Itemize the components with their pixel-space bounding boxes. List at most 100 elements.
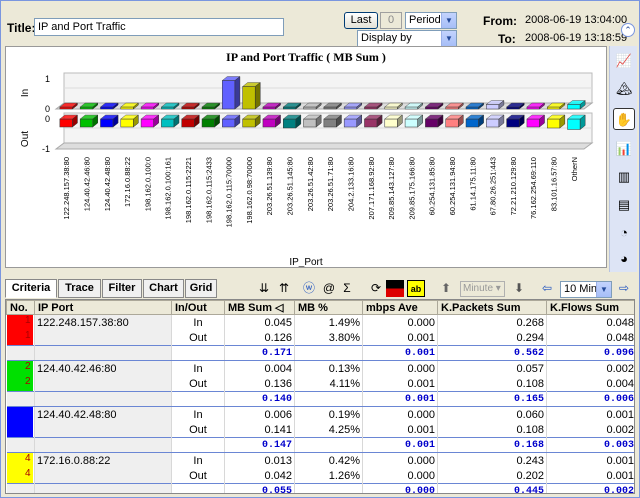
- subtotal-spacer: [171, 345, 225, 361]
- col-mb-pct[interactable]: MB %: [294, 300, 363, 315]
- col-mb-sum[interactable]: MB Sum ◁: [224, 300, 295, 315]
- subtotal-spacer: [6, 345, 35, 361]
- value-cell: 0.000: [362, 452, 438, 468]
- subtotal-cell: 0.003: [546, 437, 634, 453]
- row-number-cell: 1: [6, 330, 35, 346]
- interval-select[interactable]: 10 Minu ▼: [560, 281, 612, 298]
- expand-all-icon[interactable]: ⇊: [255, 280, 273, 297]
- pie-chart-icon[interactable]: ◔: [613, 222, 635, 244]
- col-in-out[interactable]: In/Out: [171, 300, 225, 315]
- last-button[interactable]: Last: [344, 12, 378, 29]
- value-cell: 0.19%: [294, 406, 363, 422]
- subtotal-spacer: [6, 391, 35, 407]
- whois-icon[interactable]: ⓦ: [300, 280, 318, 297]
- collapse-icon[interactable]: ⌃: [621, 23, 635, 37]
- tab-grid[interactable]: Grid: [185, 279, 217, 298]
- value-cell: 4.25%: [294, 422, 363, 438]
- arrow-up-icon[interactable]: ⬆: [437, 280, 455, 297]
- in-bar: [567, 104, 581, 110]
- table-row[interactable]: Out 0.141 4.25% 0.001 0.108 0.002: [6, 422, 634, 438]
- x-tick-label: 72.21.210.129:80: [509, 157, 518, 215]
- font-style-icon[interactable]: ab: [407, 280, 425, 297]
- color-picker-icon[interactable]: [386, 280, 404, 297]
- value-cell: 0.13%: [294, 360, 363, 376]
- in-bar: [79, 106, 94, 110]
- chart-y-label-in: In: [20, 89, 31, 97]
- tab-trace[interactable]: Trace: [58, 279, 101, 298]
- chart-y-label-out: Out: [20, 131, 31, 147]
- col-no[interactable]: No.: [6, 300, 35, 315]
- chart-x-label: IP_Port: [289, 257, 323, 267]
- subtotal-cell: 0.002: [546, 483, 634, 493]
- col-ip-port[interactable]: IP Port: [34, 300, 172, 315]
- table-row[interactable]: 4 Out 0.042 1.26% 0.000 0.202 0.001: [6, 468, 634, 484]
- table-row[interactable]: 4 172.16.0.88:22 In 0.013 0.42% 0.000 0.243 0.0…: [6, 452, 634, 468]
- out-bar: [445, 118, 459, 128]
- out-bar: [262, 118, 276, 128]
- table-row[interactable]: 2 Out 0.136 4.11% 0.001 0.108 0.004: [6, 376, 634, 392]
- area-chart-icon[interactable]: 🏔: [613, 78, 635, 100]
- x-tick-label: 198.162.0.100:161: [164, 157, 173, 220]
- subtotal-cell: 0.147: [224, 437, 295, 453]
- arrow-down-icon[interactable]: ⬇: [510, 280, 528, 297]
- forward-icon[interactable]: ⇨: [615, 280, 633, 297]
- bar-chart-icon[interactable]: 📊: [613, 138, 635, 160]
- collapse-all-icon[interactable]: ⇈: [275, 280, 293, 297]
- color-swatch: 1: [6, 330, 33, 345]
- display-by-select[interactable]: Display by ▼: [357, 30, 457, 47]
- tab-chart[interactable]: Chart: [143, 279, 184, 298]
- out-bar: [404, 118, 418, 128]
- in-bar: [546, 106, 561, 110]
- subtotal-cell: 0.000: [362, 483, 438, 493]
- bar-chart-3d-icon[interactable]: ✋: [613, 108, 635, 130]
- back-icon[interactable]: ⇦: [538, 280, 556, 297]
- out-bar: [343, 118, 358, 128]
- period-value: Period: [409, 14, 441, 26]
- tab-criteria[interactable]: Criteria: [5, 279, 57, 298]
- minute-select[interactable]: Minute ▾: [460, 281, 505, 297]
- value-cell: 0.136: [224, 376, 295, 392]
- subtotal-spacer: [34, 345, 172, 361]
- value-cell: 0.294: [437, 330, 547, 346]
- table-row[interactable]: 124.40.42.48:80 In 0.006 0.19% 0.000 0.060 0.0…: [6, 406, 634, 422]
- in-bar: [343, 106, 358, 110]
- subtotal-row: 0.171 0.001 0.562 0.096: [6, 345, 634, 361]
- display-by-value: Display by: [361, 32, 412, 44]
- subtotal-cell: 0.445: [437, 483, 547, 493]
- period-select[interactable]: Period ▼: [405, 12, 457, 29]
- col-mbps-ave[interactable]: mbps Ave: [362, 300, 438, 315]
- subtotal-spacer: [171, 391, 225, 407]
- stacked-bar-icon[interactable]: ▥: [613, 166, 635, 188]
- horizontal-bar-icon[interactable]: ▤: [613, 194, 635, 216]
- in-bar: [506, 106, 520, 110]
- ip-port-cell: [34, 468, 172, 484]
- table-row[interactable]: 1 122.248.157.38:80 In 0.045 1.49% 0.000 0.268…: [6, 314, 634, 330]
- line-chart-icon[interactable]: 📈: [613, 50, 635, 72]
- pie-chart-3d-icon[interactable]: ◕: [613, 248, 635, 270]
- last-count-field[interactable]: 0: [380, 12, 402, 29]
- title-input[interactable]: [34, 18, 284, 36]
- minute-value: Minute: [463, 283, 494, 294]
- chart-title: IP and Port Traffic ( MB Sum ): [226, 50, 386, 64]
- in-bar: [445, 106, 459, 110]
- x-tick-label: 203.26.51.42:80: [306, 157, 315, 211]
- in-tick-label: 1: [45, 74, 50, 84]
- out-bar: [140, 118, 154, 128]
- at-icon[interactable]: @: [320, 280, 338, 297]
- in-bar: [161, 106, 175, 110]
- x-tick-label: 198.162.0.100:0: [143, 157, 152, 211]
- col-kpackets-sum[interactable]: K.Packets Sum: [437, 300, 547, 315]
- table-row[interactable]: 1 Out 0.126 3.80% 0.001 0.294 0.048: [6, 330, 634, 346]
- x-tick-label: 60.254.131.94:80: [448, 157, 457, 215]
- refresh-icon[interactable]: ⟳: [367, 280, 385, 297]
- value-cell: 0.000: [362, 406, 438, 422]
- tab-filter[interactable]: Filter: [102, 279, 142, 298]
- title-label: Title:: [7, 21, 36, 35]
- value-cell: 0.42%: [294, 452, 363, 468]
- x-tick-label: 209.85.175.166:80: [407, 157, 416, 220]
- col-kflows-sum[interactable]: K.Flows Sum: [546, 300, 634, 315]
- color-swatch: 1: [6, 315, 33, 330]
- sum-icon[interactable]: Σ: [338, 280, 356, 297]
- table-row[interactable]: 2 124.40.42.46:80 In 0.004 0.13% 0.000 0.057 0.…: [6, 360, 634, 376]
- subtotal-cell: 0.562: [437, 345, 547, 361]
